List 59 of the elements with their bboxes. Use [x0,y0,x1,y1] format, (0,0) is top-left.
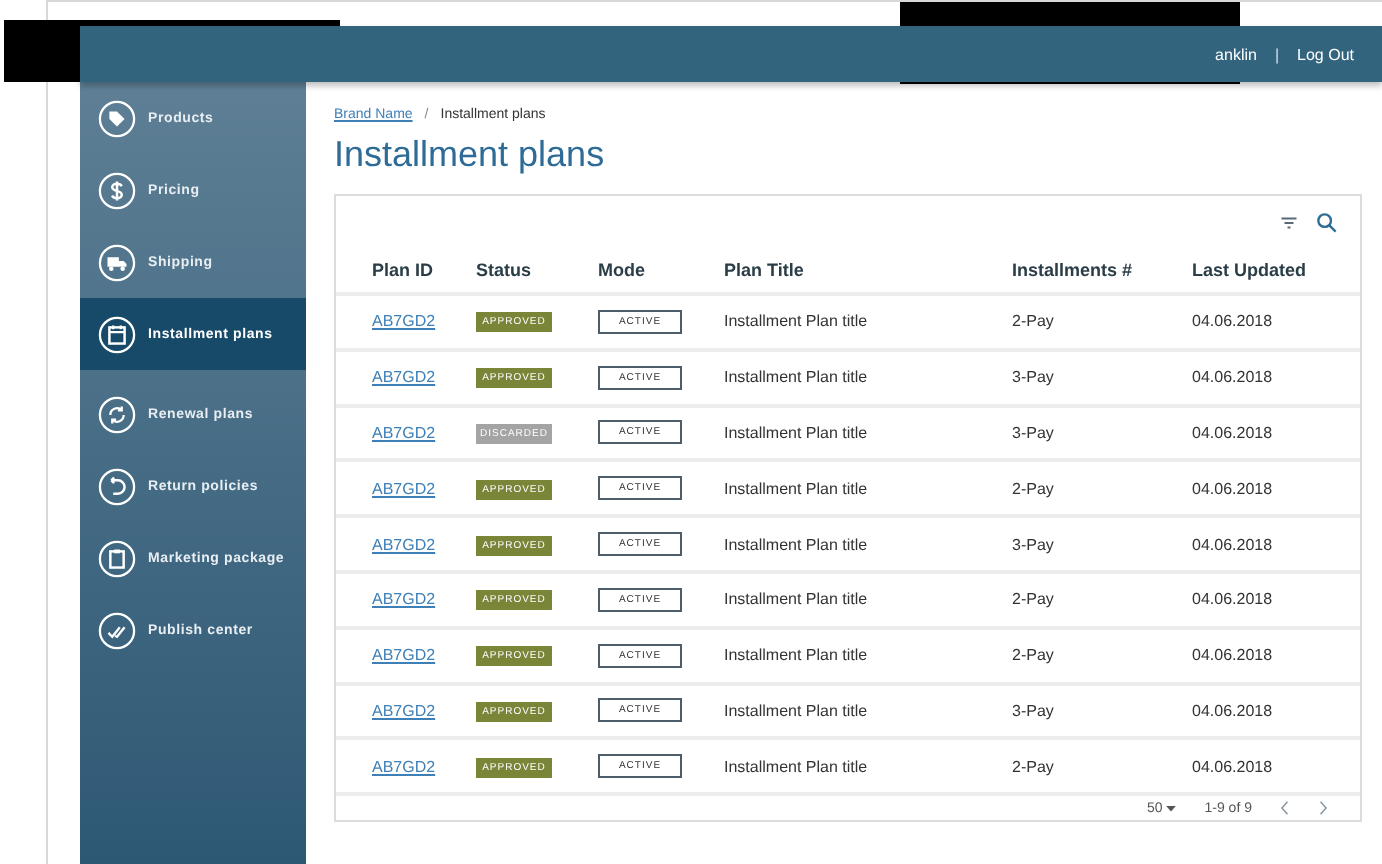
filter-icon[interactable] [1280,213,1298,231]
plan-id-link[interactable]: AB7GD2 [372,535,436,554]
table-cell-text: Installment Plan title [724,368,870,387]
table-cell-text: 04.06.2018 [1192,757,1275,776]
table-cell-text: Installment Plan title [724,479,870,498]
column-header: Plan Title [724,260,806,280]
logout-link[interactable]: Log Out [1297,45,1354,63]
table-cell-text: 04.06.2018 [1192,701,1275,720]
next-page-icon[interactable] [1318,800,1328,817]
table-cell-text: 2-Pay [1012,479,1056,498]
column-header: Last Updated [1192,260,1309,280]
column-header: Plan ID [372,260,436,280]
table-cell-text: Installment Plan title [724,423,870,442]
column-header: Mode [598,260,647,280]
table-cell-text: Installment Plan title [724,535,870,554]
table-cell-text: 3-Pay [1012,535,1056,554]
plan-id-link[interactable]: AB7GD2 [372,479,436,498]
tag-icon [98,99,136,137]
table-cell-text: 04.06.2018 [1192,423,1275,442]
check-icon [98,611,136,649]
plan-id-link[interactable]: AB7GD2 [372,368,436,387]
truck-icon [98,243,136,281]
search-icon[interactable] [1316,211,1338,233]
table-cell-text: 04.06.2018 [1192,535,1275,554]
table-cell-text: 2-Pay [1012,646,1056,665]
table-cell-text: 04.06.2018 [1192,368,1275,387]
table-cell-text: 04.06.2018 [1192,312,1275,331]
table-cell-text: 04.06.2018 [1192,590,1275,609]
clipboard-icon [98,539,136,577]
refresh-icon [98,395,136,433]
table-cell-text: 04.06.2018 [1192,646,1275,665]
separator: | [1274,45,1280,63]
table-cell-text: Installment Plan title [724,312,870,331]
plan-id-link[interactable]: AB7GD2 [372,590,436,609]
table-cell-text: 2-Pay [1012,312,1056,331]
user-name: anklin [1215,45,1257,63]
plan-id-link[interactable]: AB7GD2 [372,757,436,776]
page-title: Installment plans [334,134,607,176]
previous-page-icon[interactable] [1280,800,1290,817]
caret-icon [1166,805,1177,812]
table-cell-text: 2-Pay [1012,590,1056,609]
column-header: Status [476,260,534,280]
plan-id-link[interactable]: AB7GD2 [372,423,436,442]
column-header: Installments # [1012,260,1135,280]
table-cell-text: 3-Pay [1012,701,1056,720]
table-cell-text: 3-Pay [1012,423,1056,442]
table-cell-text: 2-Pay [1012,757,1056,776]
table-cell-text: Installment Plan title [724,701,870,720]
plan-id-link[interactable]: AB7GD2 [372,701,436,720]
table-cell-text: Installment Plan title [724,757,870,776]
table-cell-text: 04.06.2018 [1192,479,1275,498]
table-cell-text: Installment Plan title [724,646,870,665]
calendar-icon [98,315,136,353]
plan-id-link[interactable]: AB7GD2 [372,646,436,665]
plan-id-link[interactable]: AB7GD2 [372,312,436,331]
table-cell-text: Installment Plan title [724,590,870,609]
dollar-icon [98,171,136,209]
return-icon [98,467,136,505]
table-cell-text: 3-Pay [1012,368,1056,387]
